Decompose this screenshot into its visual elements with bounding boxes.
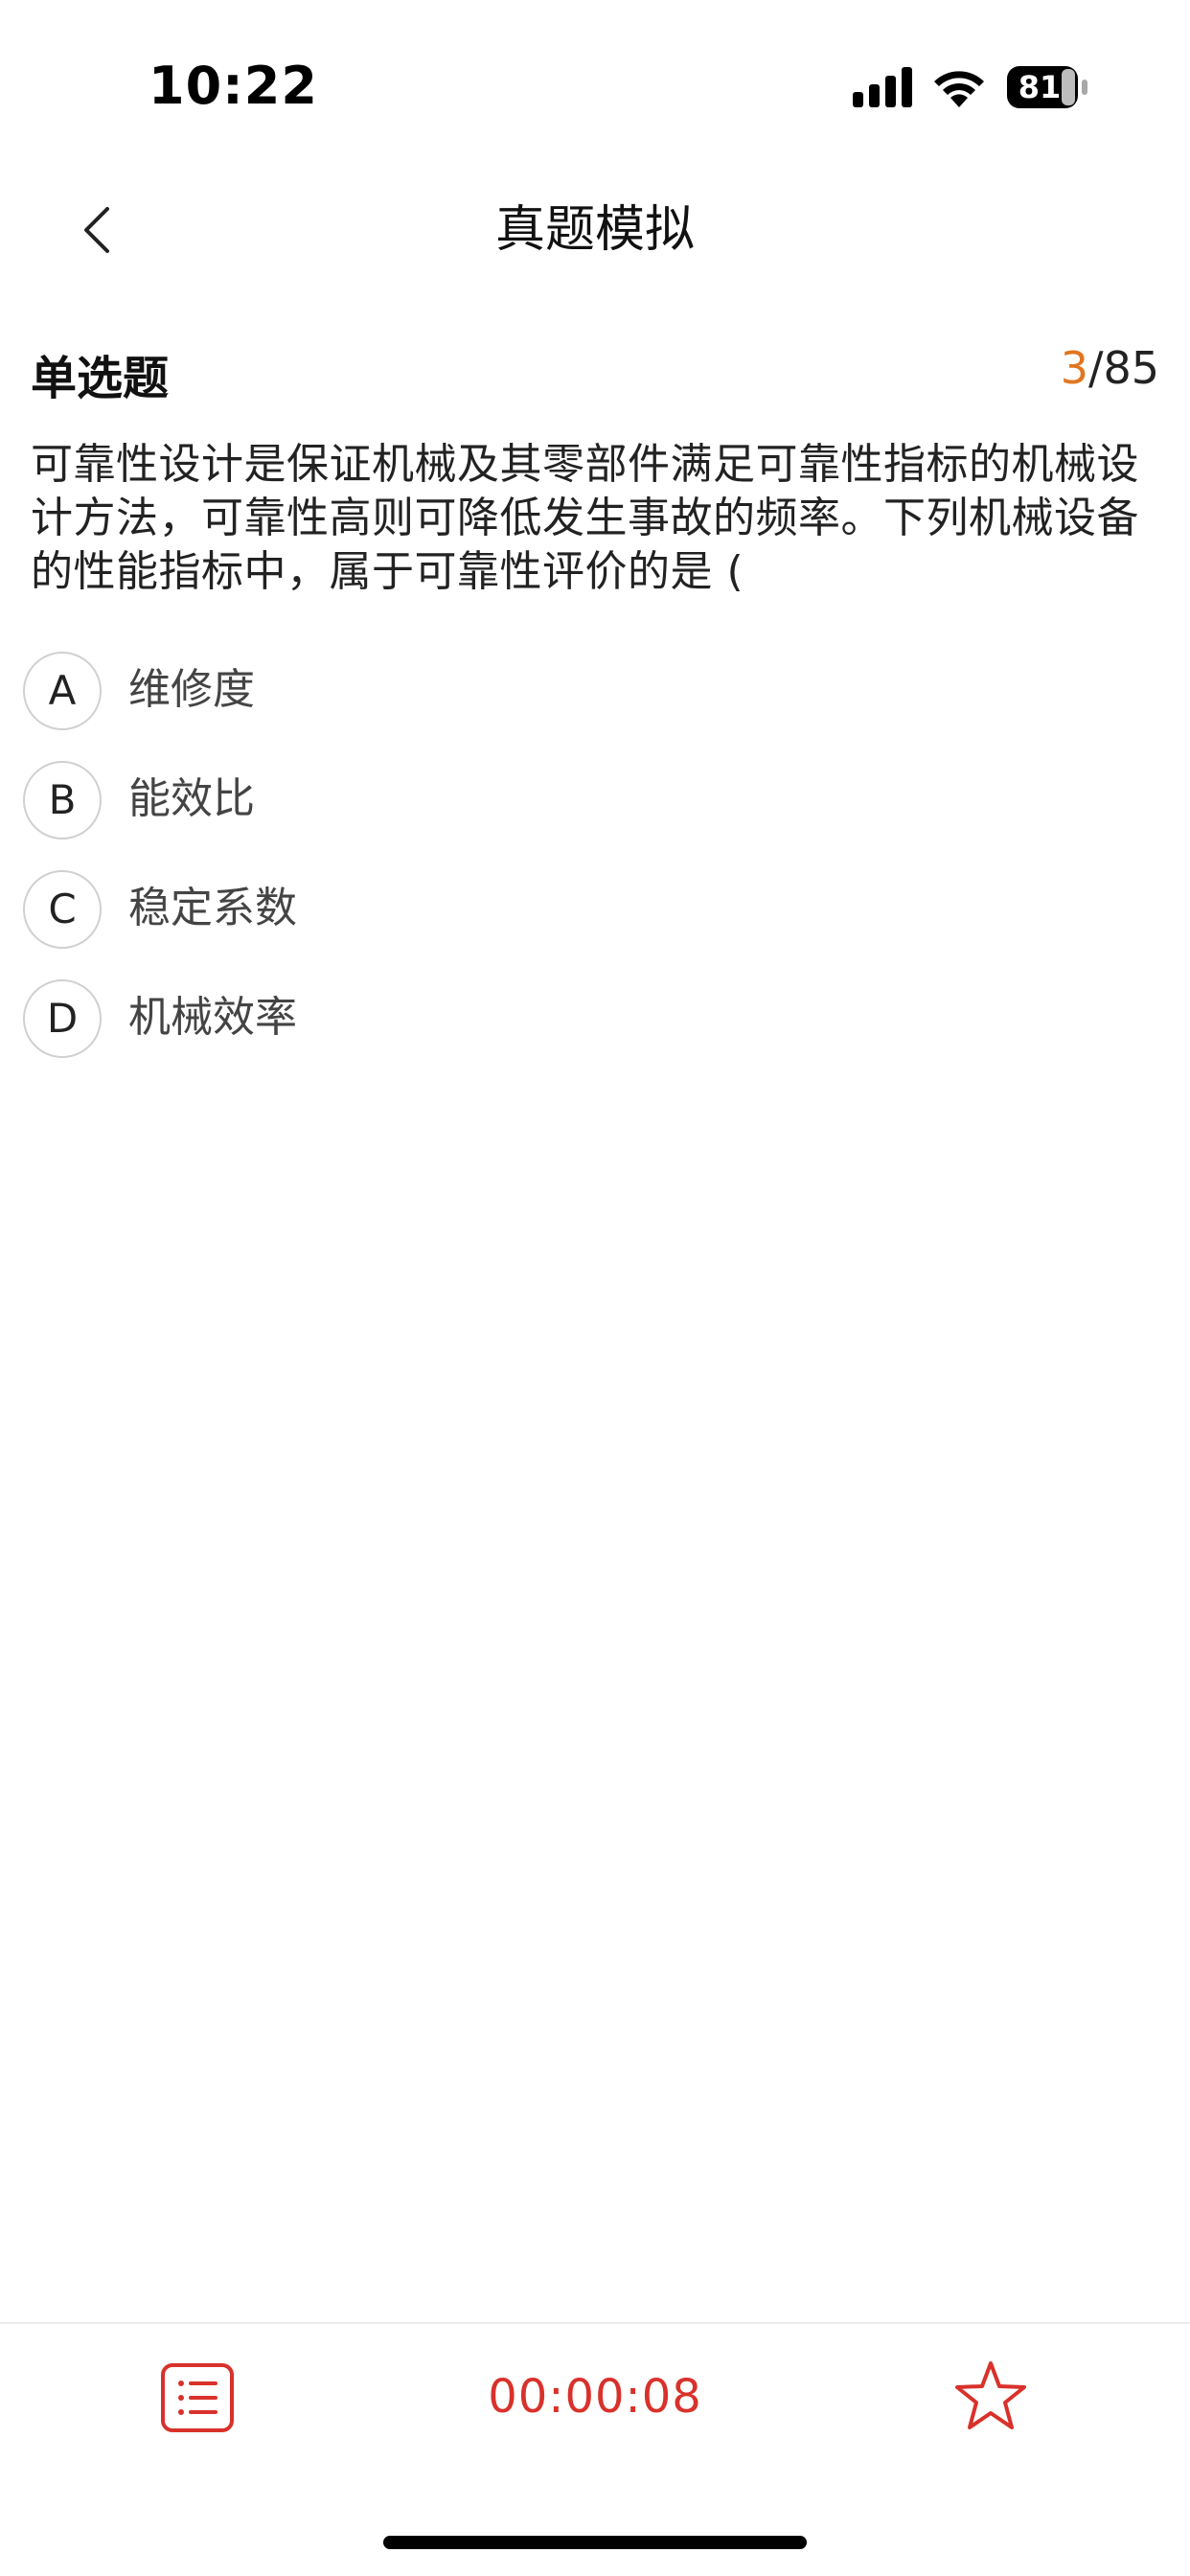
signal-icon — [853, 67, 912, 107]
status-time: 10:22 — [149, 56, 318, 116]
option-text: 能效比 — [128, 774, 255, 823]
wifi-icon — [934, 71, 984, 107]
status-bar: 10:22 81 — [0, 0, 1190, 172]
question-total: /85 — [1087, 342, 1159, 394]
option-letter: B — [23, 761, 102, 840]
option-letter: C — [23, 870, 102, 949]
bottom-bar-divider — [0, 2322, 1190, 2324]
option-text: 稳定系数 — [128, 884, 297, 932]
answer-sheet-icon[interactable] — [160, 2362, 235, 2433]
option-letter: D — [23, 979, 102, 1058]
question-current-number: 3 — [1060, 342, 1088, 394]
option-b[interactable]: B 能效比 — [23, 761, 1154, 841]
option-letter: A — [23, 652, 102, 730]
option-a[interactable]: A 维修度 — [23, 652, 1154, 732]
question-type-label: 单选题 — [31, 352, 170, 405]
option-text: 机械效率 — [128, 993, 297, 1042]
question-progress: 3/85 — [1061, 342, 1159, 394]
page-title: 真题模拟 — [494, 201, 695, 259]
star-icon[interactable] — [954, 2359, 1027, 2432]
option-c[interactable]: C 稳定系数 — [23, 870, 1154, 951]
option-d[interactable]: D 机械效率 — [23, 979, 1154, 1060]
option-text: 维修度 — [128, 665, 255, 714]
question-stem: 可靠性设计是保证机械及其零部件满足可靠性指标的机械设计方法，可靠性高则可降低发生… — [31, 440, 1139, 596]
battery-level: 81 — [1018, 69, 1062, 105]
home-indicator[interactable] — [383, 2536, 807, 2549]
chevron-left-icon[interactable] — [59, 192, 136, 268]
